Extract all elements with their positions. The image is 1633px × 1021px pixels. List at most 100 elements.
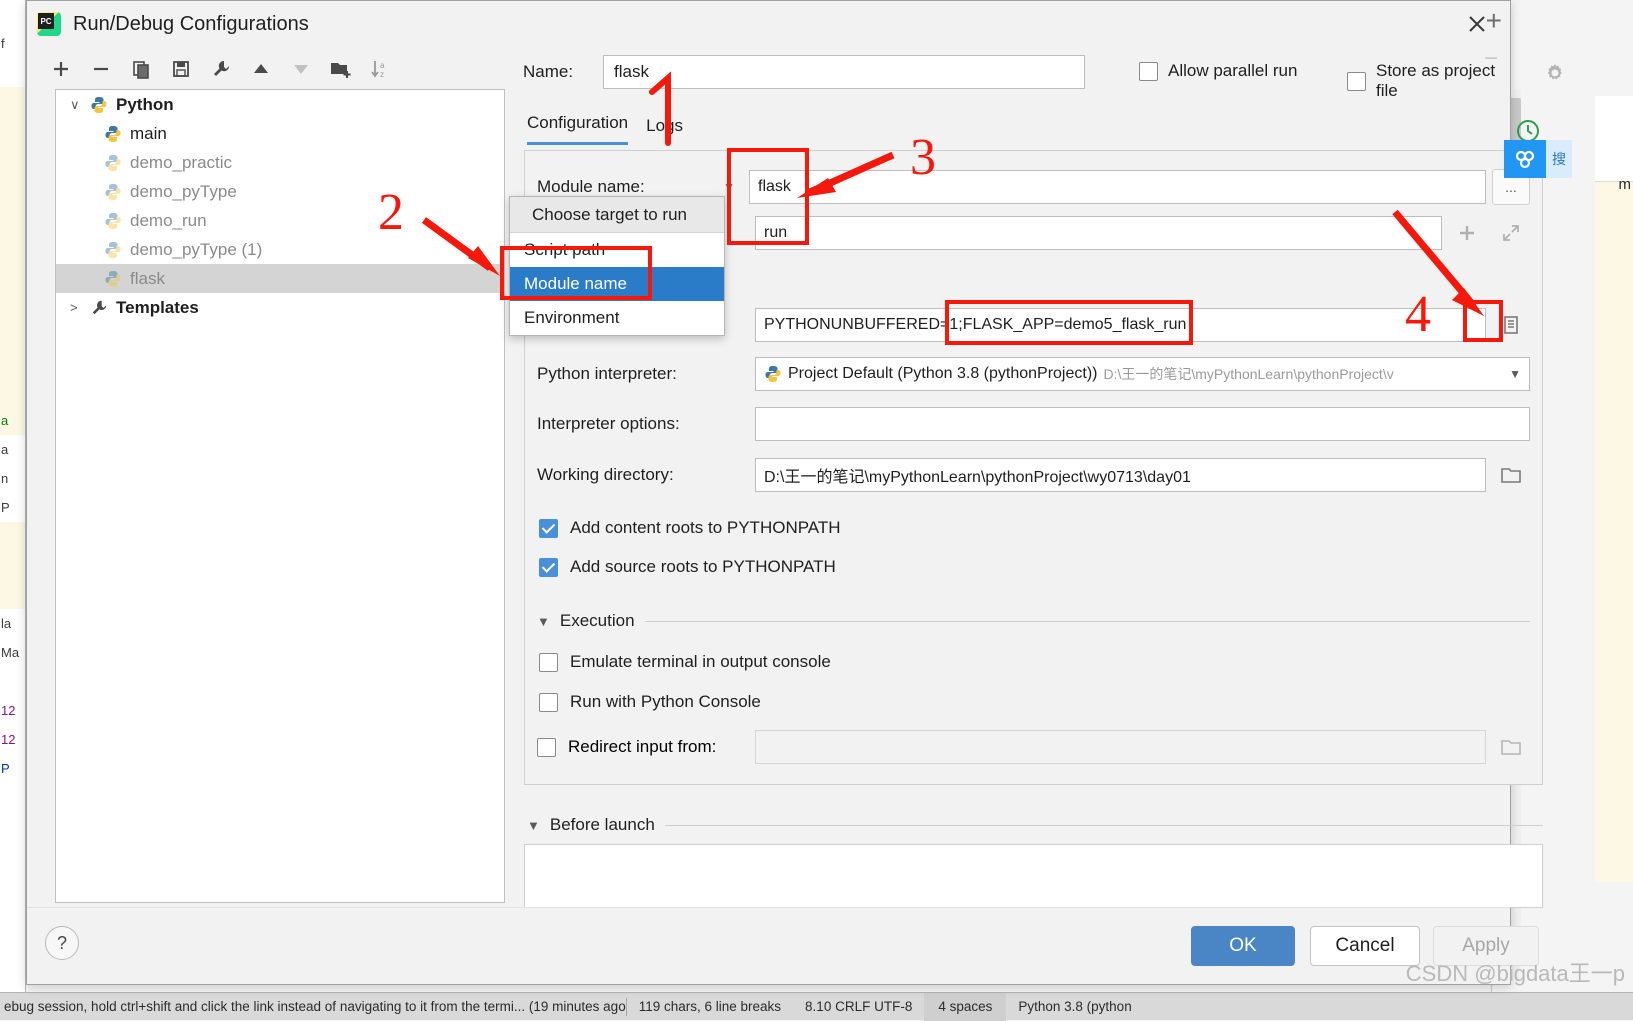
tree-node-demo-practic[interactable]: demo_practic [56, 148, 504, 177]
floating-plugin-widget[interactable]: 搜 [1504, 140, 1572, 178]
expand-icon[interactable] [1492, 215, 1530, 251]
cloud-network-icon[interactable] [1504, 140, 1546, 178]
add-source-roots-checkbox[interactable] [539, 558, 558, 577]
python-interpreter-select[interactable]: Project Default (Python 3.8 (pythonProje… [755, 357, 1530, 391]
tree-node-label: demo_pyType [130, 182, 237, 202]
cancel-button[interactable]: Cancel [1310, 926, 1420, 966]
emulate-terminal-checkbox[interactable] [539, 653, 558, 672]
wrench-icon[interactable] [209, 57, 233, 81]
chevron-down-icon[interactable]: ∨ [70, 97, 90, 113]
wrench-icon [90, 298, 112, 318]
working-directory-label: Working directory: [537, 465, 755, 485]
chevron-right-icon[interactable]: > [70, 300, 90, 315]
parameters-add-icon[interactable] [1448, 215, 1486, 251]
folder-icon[interactable] [1492, 457, 1530, 493]
tree-node-demo-pytype[interactable]: demo_pyType [56, 177, 504, 206]
floating-widget-label[interactable]: 搜 [1546, 140, 1572, 178]
store-as-project-file-checkbox[interactable] [1347, 72, 1366, 91]
working-directory-row: Working directory: D:\王一的笔记\myPythonLear… [537, 457, 1530, 493]
add-content-roots-checkbox[interactable] [539, 519, 558, 538]
tree-node-label: demo_run [130, 211, 207, 231]
dialog-footer: ? OK Cancel Apply [27, 907, 1510, 984]
run-with-python-console-row[interactable]: Run with Python Console [539, 692, 761, 712]
execution-section-header[interactable]: ▼ Execution [537, 611, 1530, 631]
remove-configuration-button[interactable] [89, 57, 113, 81]
emulate-terminal-label: Emulate terminal in output console [570, 652, 831, 672]
chevron-down-icon[interactable]: ▼ [723, 180, 749, 194]
module-name-input[interactable]: flask [749, 170, 1486, 204]
configurations-toolbar: a z [41, 49, 501, 89]
tree-node-label: main [130, 124, 167, 144]
folder-icon[interactable] [1492, 729, 1530, 765]
python-venv-icon [764, 365, 782, 383]
sort-az-icon[interactable]: a z [369, 57, 393, 81]
dialog-title: Run/Debug Configurations [73, 13, 309, 36]
redirect-input-path-input[interactable] [755, 730, 1486, 764]
add-configuration-button[interactable] [49, 57, 73, 81]
tree-node-python[interactable]: ∨ Python [56, 90, 504, 119]
tree-node-templates[interactable]: > Templates [56, 293, 504, 322]
emulate-terminal-row[interactable]: Emulate terminal in output console [539, 652, 831, 672]
save-icon[interactable] [169, 57, 193, 81]
environment-variables-input[interactable]: PYTHONUNBUFFERED=1;FLASK_APP=demo5_flask… [755, 308, 1486, 342]
tree-node-demo-pytype-1[interactable]: demo_pyType (1) [56, 235, 504, 264]
svg-text:z: z [380, 70, 384, 79]
python-interpreter-path: D:\王一的笔记\myPythonLearn\pythonProject\v [1103, 364, 1393, 384]
before-launch-remove-button[interactable]: − [1484, 47, 1498, 71]
tab-logs[interactable]: Logs [646, 116, 683, 145]
parameters-input[interactable]: run [755, 216, 1442, 250]
folder-add-icon[interactable] [329, 57, 353, 81]
target-type-dropdown[interactable]: Choose target to run Script path Module … [509, 196, 725, 336]
working-directory-input[interactable]: D:\王一的笔记\myPythonLearn\pythonProject\wy0… [755, 458, 1486, 492]
dropdown-item-environment[interactable]: Environment [510, 301, 724, 335]
arrow-up-icon[interactable] [249, 57, 273, 81]
dropdown-item-script-path[interactable]: Script path [510, 233, 724, 267]
tab-configuration[interactable]: Configuration [527, 113, 628, 145]
allow-parallel-run-checkbox[interactable] [1139, 62, 1158, 81]
dropdown-item-module-name[interactable]: Module name [510, 267, 724, 301]
ok-button[interactable]: OK [1191, 926, 1295, 966]
tree-node-flask[interactable]: flask [56, 264, 504, 293]
triangle-down-icon[interactable]: ▼ [537, 614, 550, 629]
python-interpreter-label: Python interpreter: [537, 364, 755, 384]
python-icon [104, 269, 126, 289]
python-icon [104, 124, 126, 144]
tree-node-main[interactable]: main [56, 119, 504, 148]
interpreter-options-input[interactable] [755, 407, 1530, 441]
status-message: ebug session, hold ctrl+shift and click … [0, 999, 626, 1014]
gear-icon[interactable] [1543, 61, 1567, 90]
status-indent[interactable]: 4 spaces [924, 993, 1006, 1021]
redirect-input-row: Redirect input from: [537, 729, 1530, 765]
add-content-roots-row[interactable]: Add content roots to PYTHONPATH [539, 518, 841, 538]
run-with-python-console-label: Run with Python Console [570, 692, 761, 712]
status-chars-info: 119 chars, 6 line breaks [627, 999, 793, 1014]
redirect-input-checkbox[interactable] [537, 738, 556, 757]
tree-node-demo-run[interactable]: demo_run [56, 206, 504, 235]
tree-node-label: demo_practic [130, 153, 232, 173]
tab-bar: Configuration Logs [527, 113, 683, 145]
status-interpreter[interactable]: Python 3.8 (python [1006, 999, 1143, 1014]
arrow-down-icon[interactable] [289, 57, 313, 81]
interpreter-options-label: Interpreter options: [537, 414, 755, 434]
add-source-roots-row[interactable]: Add source roots to PYTHONPATH [539, 557, 836, 577]
list-editor-icon[interactable] [1492, 307, 1530, 343]
dropdown-header: Choose target to run [510, 197, 724, 233]
copy-icon[interactable] [129, 57, 153, 81]
section-divider [665, 825, 1543, 826]
triangle-down-icon[interactable]: ▼ [527, 818, 540, 833]
tree-node-label: Python [116, 95, 174, 115]
allow-parallel-run-row[interactable]: Allow parallel run [1139, 61, 1297, 81]
help-button[interactable]: ? [45, 926, 79, 960]
python-icon [104, 182, 126, 202]
python-icon [90, 95, 112, 115]
before-launch-add-button[interactable]: + [1486, 7, 1502, 35]
before-launch-header[interactable]: ▼ Before launch [527, 815, 1543, 835]
before-launch-task-list[interactable] [524, 844, 1543, 908]
name-input[interactable] [603, 55, 1085, 89]
chevron-down-icon[interactable]: ▼ [1503, 367, 1521, 381]
configurations-tree[interactable]: ∨ Python main [55, 89, 505, 903]
python-icon [104, 153, 126, 173]
run-with-python-console-checkbox[interactable] [539, 693, 558, 712]
tree-node-label: demo_pyType (1) [130, 240, 262, 260]
name-label: Name: [523, 62, 603, 82]
